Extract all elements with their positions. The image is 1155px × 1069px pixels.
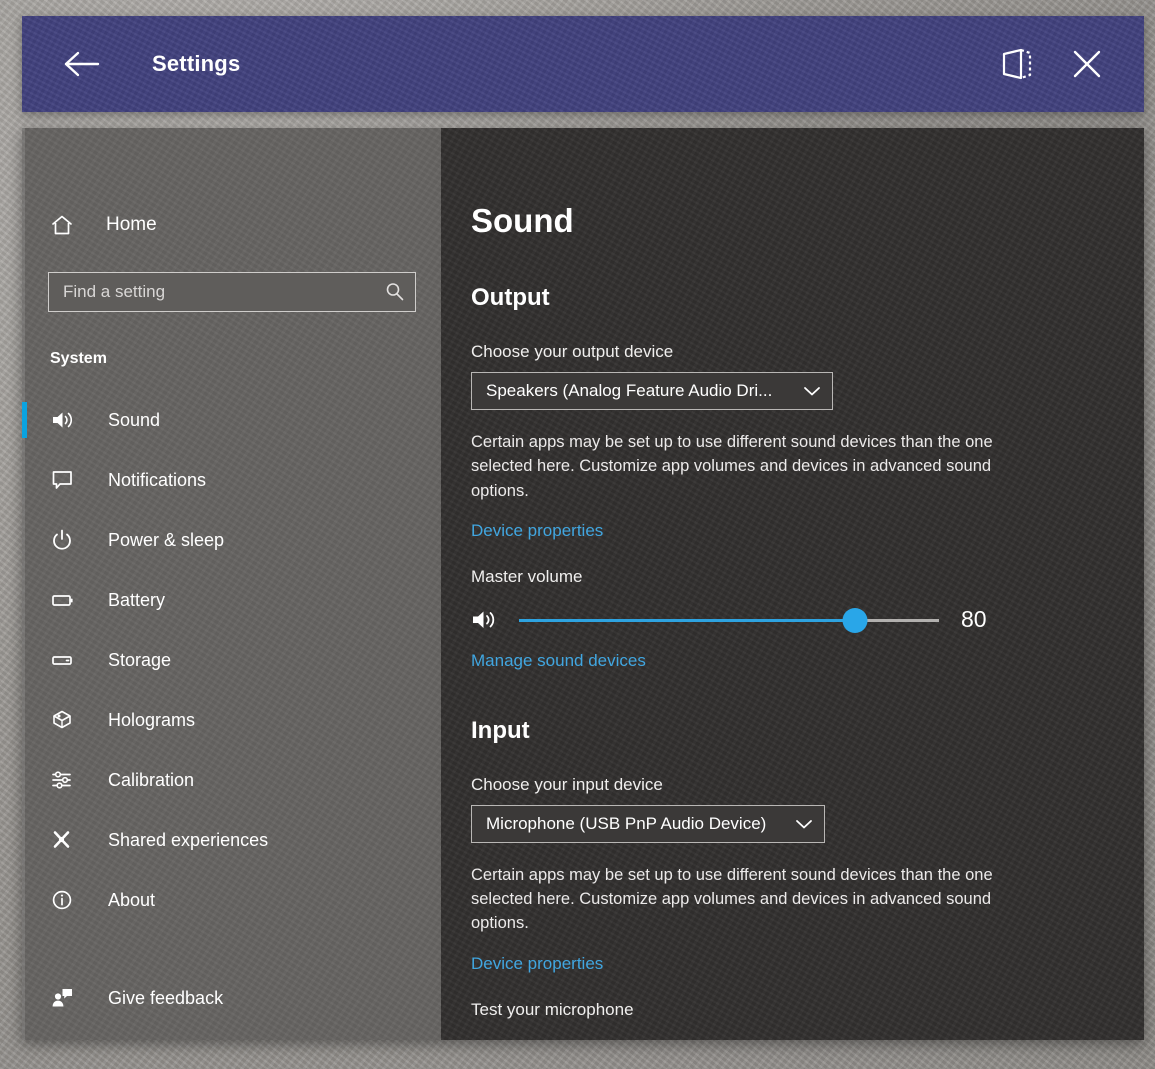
- sidebar-item-calibration[interactable]: Calibration: [22, 750, 441, 810]
- search-input[interactable]: [49, 281, 375, 303]
- sidebar-item-sound[interactable]: Sound: [22, 390, 441, 450]
- test-microphone-label: Test your microphone: [471, 1000, 1144, 1020]
- sidebar-item-storage[interactable]: Storage: [22, 630, 441, 690]
- output-section-title: Output: [471, 284, 1144, 312]
- info-circle-icon: [50, 888, 90, 912]
- spacer: [471, 240, 1144, 284]
- slider-fill: [519, 619, 855, 622]
- sidebar-item-label: Sound: [108, 410, 160, 431]
- hololens-settings-screen: Settings: [0, 0, 1155, 1069]
- input-device-value: Microphone (USB PnP Audio Device): [472, 814, 784, 834]
- follow-me-button[interactable]: [982, 16, 1052, 112]
- sidebar-item-label: Holograms: [108, 710, 195, 731]
- sidebar-item-label: About: [108, 890, 155, 911]
- arrow-left-icon: [62, 49, 100, 79]
- settings-content-pane: Sound Output Choose your output device S…: [441, 128, 1144, 1040]
- sidebar-item-give-feedback[interactable]: Give feedback: [22, 968, 441, 1028]
- notification-balloon-icon: [50, 468, 90, 492]
- input-device-dropdown[interactable]: Microphone (USB PnP Audio Device): [471, 805, 825, 843]
- sidebar-item-notifications[interactable]: Notifications: [22, 450, 441, 510]
- power-icon: [50, 528, 90, 552]
- output-device-value: Speakers (Analog Feature Audio Dri...: [472, 381, 792, 401]
- master-volume-row: 80: [471, 605, 1001, 635]
- chevron-down-icon: [792, 384, 832, 398]
- sidebar-item-holograms[interactable]: Holograms: [22, 690, 441, 750]
- input-device-properties-link[interactable]: Device properties: [471, 954, 603, 974]
- close-button[interactable]: [1052, 16, 1122, 112]
- sidebar-item-label: Shared experiences: [108, 830, 268, 851]
- settings-sidebar: Home System: [22, 128, 441, 1040]
- sidebar-item-battery[interactable]: Battery: [22, 570, 441, 630]
- settings-window-body: Home System: [22, 128, 1144, 1040]
- slider-thumb[interactable]: [843, 608, 868, 633]
- follow-me-window-icon: [997, 46, 1037, 82]
- input-section-title: Input: [471, 717, 1144, 745]
- manage-sound-devices-link[interactable]: Manage sound devices: [471, 651, 646, 671]
- master-volume-slider[interactable]: [519, 605, 939, 635]
- master-volume-label: Master volume: [471, 567, 1144, 587]
- shared-experiences-icon: [50, 828, 90, 852]
- sidebar-item-home[interactable]: Home: [22, 202, 441, 248]
- sidebar-item-label: Battery: [108, 590, 165, 611]
- sidebar-item-label: Power & sleep: [108, 530, 224, 551]
- output-device-dropdown[interactable]: Speakers (Analog Feature Audio Dri...: [471, 372, 833, 410]
- window-title-bar: Settings: [22, 16, 1144, 112]
- sidebar-item-label: Storage: [108, 650, 171, 671]
- sidebar-item-label: Notifications: [108, 470, 206, 491]
- search-box[interactable]: [48, 272, 416, 312]
- storage-drive-icon: [50, 648, 90, 672]
- chevron-down-icon: [784, 817, 824, 831]
- search-icon: [375, 281, 415, 303]
- sliders-icon: [50, 768, 90, 792]
- input-description: Certain apps may be set up to use differ…: [471, 863, 1051, 936]
- sidebar-item-about[interactable]: About: [22, 870, 441, 930]
- output-description: Certain apps may be set up to use differ…: [471, 430, 1051, 503]
- input-device-label: Choose your input device: [471, 775, 1144, 795]
- sidebar-item-label: Calibration: [108, 770, 194, 791]
- output-device-label: Choose your output device: [471, 342, 1144, 362]
- speaker-icon: [471, 607, 513, 633]
- battery-icon: [50, 588, 90, 612]
- output-device-properties-link[interactable]: Device properties: [471, 521, 603, 541]
- master-volume-value: 80: [961, 606, 1001, 633]
- sidebar-home-label: Home: [106, 214, 157, 236]
- sidebar-item-label: Give feedback: [108, 988, 223, 1009]
- holograms-icon: [50, 708, 90, 732]
- spacer: [471, 671, 1144, 717]
- sidebar-nav-list: Sound Notifications: [22, 390, 441, 1028]
- selection-accent-bar: [22, 402, 27, 438]
- home-icon: [50, 213, 84, 237]
- window-title: Settings: [152, 51, 240, 77]
- close-icon: [1069, 46, 1105, 82]
- sidebar-item-power-and-sleep[interactable]: Power & sleep: [22, 510, 441, 570]
- speaker-icon: [50, 408, 90, 432]
- sidebar-section-header: System: [50, 350, 441, 368]
- sidebar-item-shared-experiences[interactable]: Shared experiences: [22, 810, 441, 870]
- feedback-person-icon: [50, 986, 90, 1010]
- back-button[interactable]: [46, 16, 116, 112]
- page-title: Sound: [471, 202, 1144, 240]
